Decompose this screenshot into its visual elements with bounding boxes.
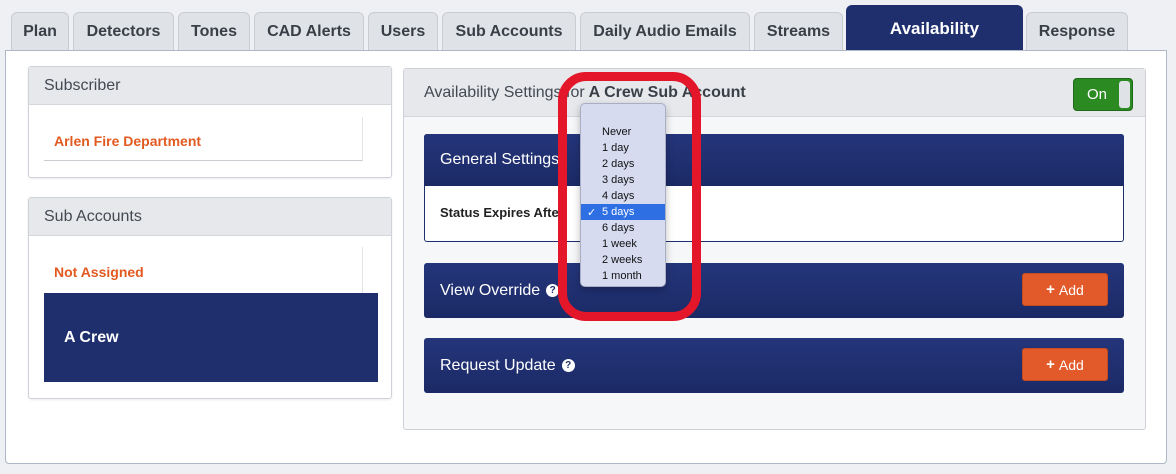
request-update-title: Request Update [440, 356, 556, 374]
tab-bar: Plan Detectors Tones CAD Alerts Users Su… [0, 0, 1176, 51]
view-override-section: View Override ? + Add [424, 263, 1124, 318]
tab-sub-accounts[interactable]: Sub Accounts [442, 12, 576, 50]
general-settings-section: General Settings Status Expires After [424, 134, 1124, 242]
dropdown-option-6-days[interactable]: 6 days [581, 220, 665, 236]
view-override-header: View Override ? + Add [424, 263, 1124, 318]
dropdown-option-2-days[interactable]: 2 days [581, 156, 665, 172]
add-button-label: Add [1058, 356, 1084, 373]
availability-heading: Availability Settings for A Crew Sub Acc… [404, 69, 1145, 117]
help-icon[interactable]: ? [546, 284, 560, 297]
tab-response[interactable]: Response [1026, 12, 1128, 50]
request-update-section: Request Update ? + Add [424, 338, 1124, 393]
request-update-add-button[interactable]: + Add [1022, 348, 1108, 381]
plus-icon: + [1046, 356, 1055, 373]
status-expires-label: Status Expires After [440, 205, 564, 220]
tab-users[interactable]: Users [368, 12, 438, 50]
status-expires-dropdown[interactable]: Never 1 day 2 days 3 days 4 days ✓ 5 days… [580, 103, 666, 287]
dropdown-option-1-day[interactable]: 1 day [581, 140, 665, 156]
subscriber-title: Subscriber [29, 67, 391, 105]
availability-heading-prefix: Availability Settings for [424, 83, 585, 101]
sub-account-label: Not Assigned [54, 264, 144, 280]
tab-detectors[interactable]: Detectors [73, 12, 174, 50]
availability-account-name: A Crew Sub Account [588, 83, 746, 101]
dropdown-option-2-weeks[interactable]: 2 weeks [581, 252, 665, 268]
availability-settings-panel: Availability Settings for A Crew Sub Acc… [403, 68, 1146, 430]
request-update-header: Request Update ? + Add [424, 338, 1124, 393]
availability-toggle[interactable]: On [1073, 78, 1133, 111]
tab-tones[interactable]: Tones [178, 12, 250, 50]
dropdown-option-1-week[interactable]: 1 week [581, 236, 665, 252]
subscriber-item[interactable]: Arlen Fire Department [44, 117, 363, 161]
tab-streams[interactable]: Streams [754, 12, 843, 50]
subscriber-name: Arlen Fire Department [54, 133, 202, 149]
add-button-label: Add [1058, 281, 1084, 298]
dropdown-option-5-days[interactable]: ✓ 5 days [581, 204, 665, 220]
help-icon[interactable]: ? [561, 359, 575, 372]
dropdown-option-4-days[interactable]: 4 days [581, 188, 665, 204]
general-settings-header: General Settings [424, 134, 1124, 186]
general-settings-title: General Settings [440, 151, 560, 168]
dropdown-option-3-days[interactable]: 3 days [581, 172, 665, 188]
checkmark-icon: ✓ [587, 206, 597, 219]
sub-account-label: A Crew [64, 328, 119, 346]
sub-account-item-a-crew[interactable]: A Crew [44, 293, 378, 382]
plus-icon: + [1046, 281, 1055, 298]
toggle-knob [1119, 81, 1130, 108]
view-override-add-button[interactable]: + Add [1022, 273, 1108, 306]
view-override-title: View Override [440, 281, 541, 299]
dropdown-option-1-month[interactable]: 1 month [581, 268, 665, 284]
tab-cad-alerts[interactable]: CAD Alerts [254, 12, 364, 50]
subscriber-panel: Subscriber Arlen Fire Department [28, 66, 392, 178]
toggle-label: On [1087, 86, 1108, 103]
sub-account-item-not-assigned[interactable]: Not Assigned [44, 247, 363, 293]
tab-availability[interactable]: Availability [846, 5, 1023, 51]
tab-plan[interactable]: Plan [11, 12, 69, 50]
sub-accounts-title: Sub Accounts [29, 198, 391, 236]
tab-daily-audio-emails[interactable]: Daily Audio Emails [580, 12, 750, 50]
sub-accounts-panel: Sub Accounts Not Assigned A Crew [28, 197, 392, 399]
dropdown-option-never[interactable]: Never [581, 124, 665, 140]
